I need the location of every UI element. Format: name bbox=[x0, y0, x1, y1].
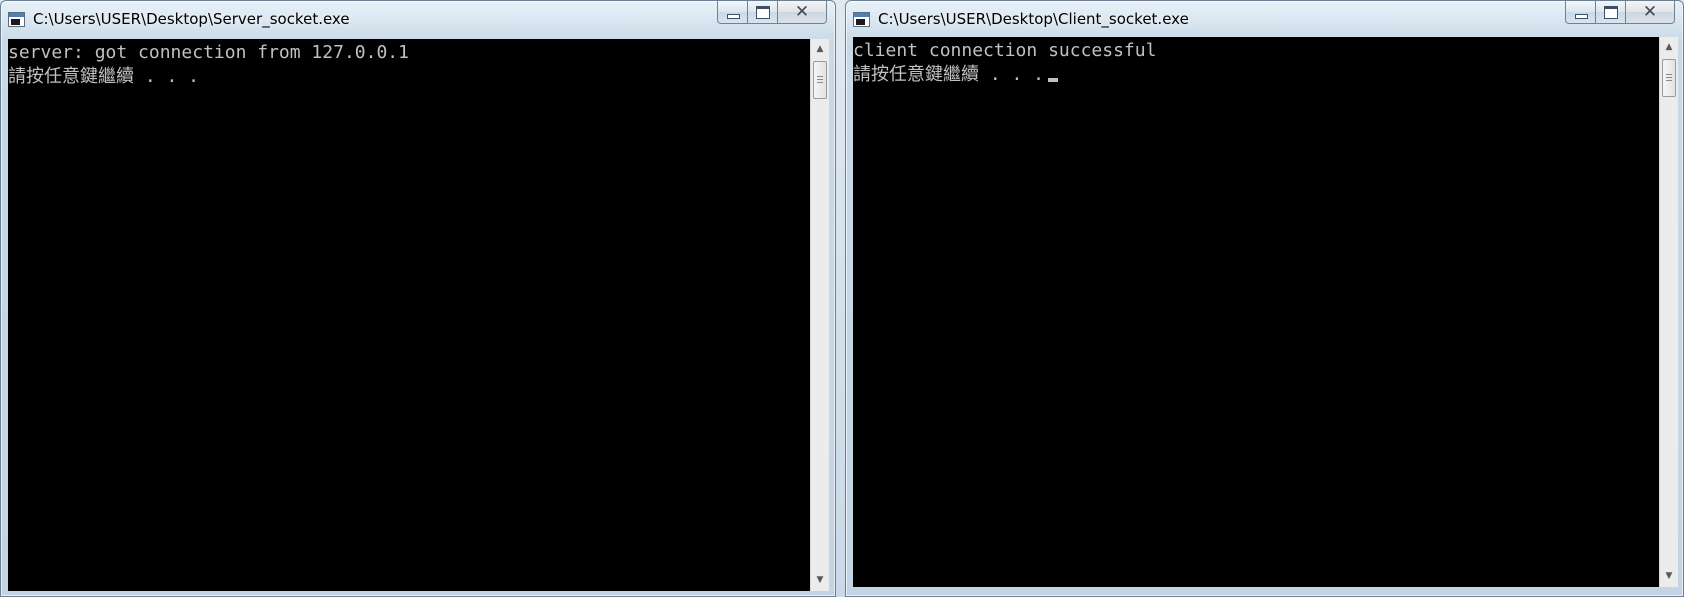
scroll-up-arrow-icon[interactable]: ▲ bbox=[1660, 39, 1678, 56]
client-console-window[interactable]: C:\Users\USER\Desktop\Client_socket.exe … bbox=[845, 0, 1684, 597]
client-console-output[interactable]: client connection successful 請按任意鍵繼續 . . … bbox=[853, 37, 1659, 587]
client-maximize-button[interactable] bbox=[1595, 1, 1625, 24]
scroll-down-arrow-icon[interactable]: ▼ bbox=[1660, 568, 1678, 585]
server-scroll-thumb[interactable] bbox=[813, 61, 827, 99]
server-console-text: server: got connection from 127.0.0.1 請按任… bbox=[8, 39, 810, 89]
client-scroll-thumb[interactable] bbox=[1662, 59, 1676, 97]
server-close-button[interactable]: ✕ bbox=[777, 1, 827, 24]
close-icon: ✕ bbox=[1642, 2, 1658, 22]
maximize-icon bbox=[1604, 6, 1618, 19]
server-window-title: C:\Users\USER\Desktop\Server_socket.exe bbox=[33, 10, 350, 28]
console-line-text: 請按任意鍵繼續 . . . bbox=[853, 64, 1045, 85]
client-close-button[interactable]: ✕ bbox=[1625, 1, 1675, 24]
text-cursor bbox=[1048, 78, 1059, 82]
client-caption-buttons: ✕ bbox=[1565, 1, 1675, 25]
console-window-icon[interactable] bbox=[8, 12, 25, 27]
server-titlebar[interactable]: C:\Users\USER\Desktop\Server_socket.exe … bbox=[1, 1, 835, 37]
client-window-title: C:\Users\USER\Desktop\Client_socket.exe bbox=[878, 10, 1189, 28]
desktop: C:\Users\USER\Desktop\Server_socket.exe … bbox=[0, 0, 1684, 597]
console-line: server: got connection from 127.0.0.1 bbox=[8, 42, 409, 63]
minimize-icon bbox=[1575, 14, 1588, 19]
server-vertical-scrollbar[interactable]: ▲ ▼ bbox=[810, 39, 829, 591]
server-minimize-button[interactable] bbox=[717, 1, 747, 24]
console-window-icon[interactable] bbox=[853, 12, 870, 27]
scroll-up-arrow-icon[interactable]: ▲ bbox=[811, 41, 829, 58]
server-caption-buttons: ✕ bbox=[717, 1, 827, 25]
server-maximize-button[interactable] bbox=[747, 1, 777, 24]
scroll-down-arrow-icon[interactable]: ▼ bbox=[811, 572, 829, 589]
minimize-icon bbox=[727, 14, 740, 19]
client-minimize-button[interactable] bbox=[1565, 1, 1595, 24]
close-icon: ✕ bbox=[794, 2, 810, 22]
client-titlebar[interactable]: C:\Users\USER\Desktop\Client_socket.exe … bbox=[846, 1, 1683, 37]
server-console-window[interactable]: C:\Users\USER\Desktop\Server_socket.exe … bbox=[0, 0, 836, 597]
client-console-text: client connection successful 請按任意鍵繼續 . . … bbox=[853, 37, 1659, 87]
console-line: 請按任意鍵繼續 . . . bbox=[8, 66, 200, 87]
server-console-output[interactable]: server: got connection from 127.0.0.1 請按任… bbox=[8, 39, 810, 591]
console-line: client connection successful bbox=[853, 40, 1157, 61]
console-line: 請按任意鍵繼續 . . . bbox=[853, 63, 1659, 87]
maximize-icon bbox=[756, 6, 770, 19]
client-vertical-scrollbar[interactable]: ▲ ▼ bbox=[1659, 37, 1678, 587]
